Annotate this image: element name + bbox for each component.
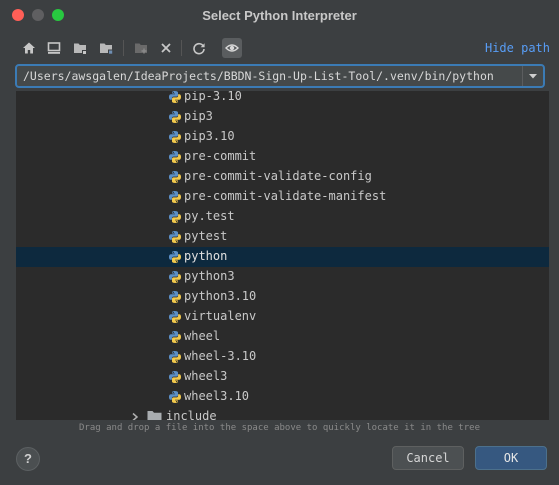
drag-drop-hint: Drag and drop a file into the space abov…: [79, 423, 480, 433]
tree-folder-include[interactable]: include: [16, 407, 549, 420]
path-combobox[interactable]: [15, 64, 545, 88]
tree-item[interactable]: wheel-3.10: [16, 347, 549, 367]
tree-item[interactable]: virtualenv: [16, 307, 549, 327]
python-file-icon: [169, 251, 181, 263]
python-file-icon: [169, 211, 181, 223]
tree-item[interactable]: pre-commit-validate-manifest: [16, 187, 549, 207]
python-file-icon: [169, 391, 181, 403]
project-folder-button[interactable]: [70, 38, 90, 58]
tree-item[interactable]: pip3: [16, 107, 549, 127]
delete-icon: [161, 43, 171, 53]
tree-item-label: python3: [184, 269, 235, 283]
tree-item-label: wheel3: [184, 369, 228, 383]
python-file-icon: [169, 271, 181, 283]
tree-item-label: pip3: [184, 109, 213, 123]
python-file-icon: [169, 291, 181, 303]
tree-item-label: include: [166, 409, 217, 420]
tree-item[interactable]: pre-commit: [16, 147, 549, 167]
ok-button[interactable]: OK: [475, 446, 547, 470]
tree-item[interactable]: wheel: [16, 327, 549, 347]
tree-item[interactable]: py.test: [16, 207, 549, 227]
python-file-icon: [169, 91, 181, 103]
desktop-button[interactable]: [44, 38, 64, 58]
new-folder-icon: [135, 43, 147, 54]
chevron-right-icon[interactable]: [130, 412, 140, 420]
chevron-down-icon[interactable]: [527, 70, 539, 82]
tree-item-label: pre-commit-validate-manifest: [184, 189, 387, 203]
tree-item[interactable]: wheel3.10: [16, 387, 549, 407]
python-file-icon: [169, 231, 181, 243]
hide-path-link[interactable]: Hide path: [485, 41, 550, 55]
tree-item[interactable]: pytest: [16, 227, 549, 247]
project-folder-icon: [74, 43, 86, 54]
tree-item-label: py.test: [184, 209, 235, 223]
select-interpreter-dialog: Select Python Interpreter Hide path /Use…: [0, 0, 559, 485]
python-file-icon: [169, 191, 181, 203]
tree-item[interactable]: python3: [16, 267, 549, 287]
refresh-button[interactable]: [189, 38, 209, 58]
tree-item-label: pip3.10: [184, 129, 235, 143]
tree-item-label: python: [184, 249, 228, 263]
python-file-icon: [169, 371, 181, 383]
tree-item-label: wheel3.10: [184, 389, 250, 403]
show-hidden-files-button[interactable]: [222, 38, 242, 58]
tree-item[interactable]: pip3.10: [16, 127, 549, 147]
tree-item[interactable]: wheel3: [16, 367, 549, 387]
module-folder-icon: [100, 43, 113, 54]
tree-item[interactable]: python3.10: [16, 287, 549, 307]
tree-item-label: pytest: [184, 229, 228, 243]
toolbar-separator: [123, 40, 124, 56]
tree-item-label: pre-commit-validate-config: [184, 169, 372, 183]
python-file-icon: [169, 111, 181, 123]
home-button[interactable]: [19, 38, 39, 58]
python-file-icon: [169, 331, 181, 343]
new-folder-button[interactable]: [131, 38, 151, 58]
tree-item-label: wheel-3.10: [184, 349, 257, 363]
tree-item[interactable]: python: [16, 247, 549, 267]
file-tree[interactable]: pip-3.10 pip3 pip3.10 pre-commit pre-commit-…: [16, 91, 549, 420]
tree-item-label: virtualenv: [184, 309, 257, 323]
tree-item-label: wheel: [184, 329, 221, 343]
python-file-icon: [169, 311, 181, 323]
path-field[interactable]: [17, 66, 525, 86]
help-button[interactable]: ?: [16, 447, 40, 471]
tree-item-label: pip-3.10: [184, 91, 242, 103]
module-folder-button[interactable]: [96, 38, 116, 58]
folder-icon: [147, 411, 162, 420]
toolbar: Hide path: [0, 36, 559, 62]
cancel-button[interactable]: Cancel: [392, 446, 464, 470]
refresh-icon: [193, 42, 205, 55]
title-bar: Select Python Interpreter: [0, 0, 559, 32]
tree-item-label: pre-commit: [184, 149, 257, 163]
tree-item[interactable]: pip-3.10: [16, 91, 549, 107]
python-file-icon: [169, 171, 181, 183]
python-file-icon: [169, 351, 181, 363]
delete-button[interactable]: [156, 38, 176, 58]
toolbar-separator: [181, 40, 182, 56]
show-hidden-icon: [225, 44, 239, 52]
tree-item-label: python3.10: [184, 289, 257, 303]
combo-separator: [522, 66, 523, 86]
tree-item[interactable]: pre-commit-validate-config: [16, 167, 549, 187]
python-file-icon: [169, 131, 181, 143]
python-file-icon: [169, 151, 181, 163]
desktop-icon: [47, 42, 61, 54]
dialog-title: Select Python Interpreter: [202, 8, 357, 23]
home-icon: [23, 42, 35, 54]
